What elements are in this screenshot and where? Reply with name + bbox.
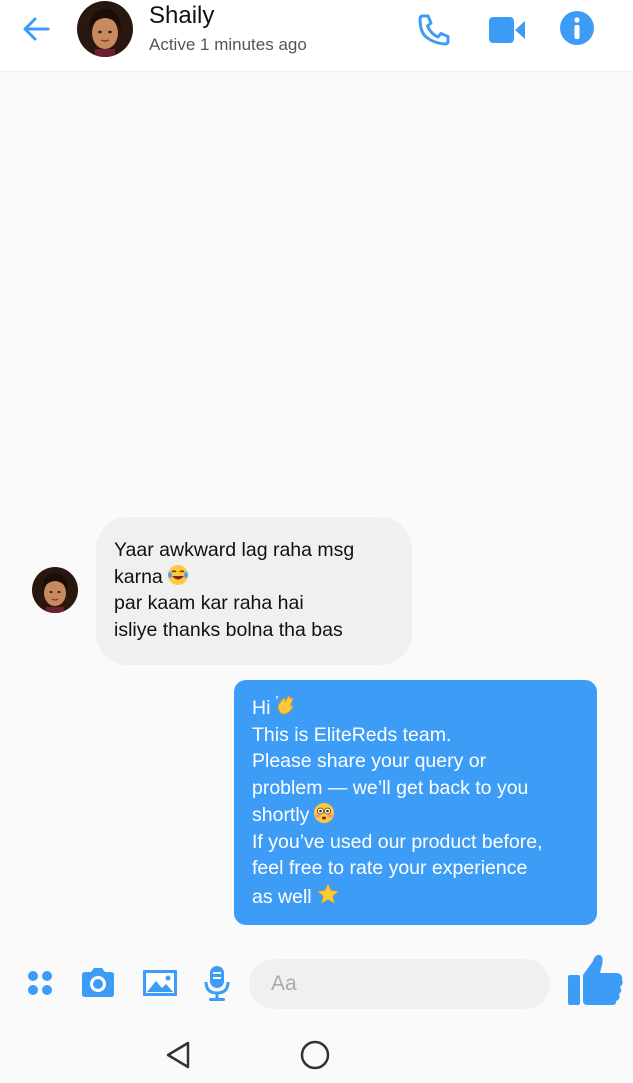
chat-header: Shaily Active 1 minutes ago bbox=[0, 0, 633, 72]
message-line: This is EliteReds team. bbox=[252, 723, 452, 746]
message-line-text: shortly bbox=[252, 803, 310, 826]
message-line-text: as well bbox=[252, 885, 312, 908]
message-line-with-emoji: karna bbox=[114, 564, 394, 591]
camera-icon[interactable] bbox=[78, 963, 118, 1003]
system-navigation-bar bbox=[0, 1022, 633, 1083]
star-emoji-icon bbox=[317, 883, 339, 904]
apps-menu-icon[interactable] bbox=[20, 963, 60, 1003]
message-line: If you’ve used our product before, bbox=[252, 830, 543, 853]
message-line: problem — we’ll get back to you bbox=[252, 777, 529, 800]
outgoing-message-bubble[interactable]: Hi This is EliteReds team. Please share … bbox=[234, 680, 597, 925]
nav-back-triangle-icon[interactable] bbox=[160, 1037, 196, 1073]
message-line: par kaam kar raha hai bbox=[114, 592, 304, 614]
info-icon[interactable] bbox=[557, 10, 597, 50]
message-line-text: karna bbox=[114, 565, 163, 588]
contact-name[interactable]: Shaily bbox=[149, 2, 214, 30]
gallery-image-icon[interactable] bbox=[140, 963, 180, 1003]
message-line: isliye thanks bolna tha bas bbox=[114, 618, 343, 641]
back-arrow-icon[interactable] bbox=[18, 12, 54, 48]
thumbs-up-like-icon[interactable] bbox=[564, 951, 626, 1007]
laughing-tears-emoji-icon bbox=[167, 564, 188, 585]
phone-call-icon[interactable] bbox=[414, 10, 454, 50]
active-status: Active 1 minutes ago bbox=[149, 35, 307, 54]
message-line: feel free to rate your experience bbox=[252, 857, 528, 880]
message-line-with-emoji: Hi bbox=[252, 693, 587, 722]
message-input[interactable] bbox=[249, 959, 550, 1009]
sender-avatar[interactable] bbox=[32, 567, 78, 613]
message-line-with-emoji: shortly bbox=[252, 802, 587, 829]
video-call-icon[interactable] bbox=[487, 10, 527, 50]
nav-home-circle-icon[interactable] bbox=[297, 1037, 333, 1073]
incoming-message-bubble[interactable]: Yaar awkward lag raha msg karna par kaam… bbox=[96, 517, 412, 665]
message-line: Please share your query or bbox=[252, 750, 487, 773]
message-line-with-emoji: as well bbox=[252, 882, 587, 911]
waving-hand-emoji-icon bbox=[276, 695, 294, 715]
message-line: Yaar awkward lag raha msg bbox=[114, 539, 355, 561]
microphone-icon[interactable] bbox=[197, 963, 237, 1003]
message-line-text: Hi bbox=[252, 697, 271, 719]
contact-avatar[interactable] bbox=[77, 1, 133, 57]
flushed-face-emoji-icon bbox=[314, 802, 335, 823]
message-composer bbox=[0, 945, 633, 1020]
